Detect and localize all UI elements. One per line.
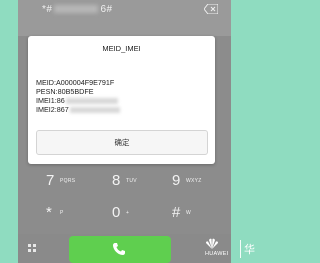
brand-divider [240, 240, 241, 258]
phone-icon [113, 243, 125, 255]
phone-screen: *# 6# MEID_IMEI MEID:A000004F9E791F PESN:… [18, 0, 231, 263]
dialpad: 7 PQRS 8 TUV 9 WXYZ * P 0 + # W [18, 164, 231, 234]
key-letters: WXYZ [186, 178, 202, 184]
menu-grid-icon[interactable] [28, 244, 37, 253]
key-hash[interactable]: # W [158, 202, 218, 228]
dialog-title: MEID_IMEI [102, 44, 141, 53]
key-star[interactable]: * P [32, 202, 92, 228]
imei1-redacted [65, 98, 118, 105]
key-7[interactable]: 7 PQRS [32, 170, 92, 196]
dialed-number-suffix: 6# [100, 4, 113, 15]
ok-button[interactable]: 确定 [36, 130, 208, 155]
key-digit: 8 [112, 172, 121, 189]
pesn-line: PESN:80B5BDFE [36, 87, 94, 96]
backspace-icon[interactable] [204, 4, 218, 14]
key-digit: 0 [112, 204, 121, 221]
key-8[interactable]: 8 TUV [98, 170, 158, 196]
meid-imei-dialog: MEID_IMEI MEID:A000004F9E791F PESN:80B5B… [28, 36, 215, 164]
brand-name: HUAWEI [205, 251, 229, 257]
key-letters: PQRS [60, 178, 76, 184]
imei1-prefix: IMEI1:86 [36, 96, 65, 105]
key-digit: # [172, 204, 181, 221]
key-digit: 7 [46, 172, 55, 189]
key-digit: * [46, 204, 52, 221]
huawei-watermark: HUAWEI 华 [205, 238, 255, 263]
key-0[interactable]: 0 + [98, 202, 158, 228]
key-letters: TUV [126, 178, 137, 184]
brand-char: 华 [244, 244, 255, 256]
dialed-number: *# 6# [42, 4, 113, 15]
redacted-digits [54, 5, 99, 14]
imei2-prefix: IMEI2:867 [36, 105, 69, 114]
huawei-logo-icon [206, 238, 218, 249]
imei1-line: IMEI1:86 [36, 96, 118, 105]
key-letters: + [126, 210, 130, 216]
imei2-line: IMEI2:867 [36, 105, 120, 114]
key-letters: P [60, 210, 64, 216]
key-digit: 9 [172, 172, 181, 189]
meid-line: MEID:A000004F9E791F [36, 78, 115, 87]
call-button[interactable] [69, 236, 171, 263]
dialer-header: *# 6# [18, 0, 231, 36]
dialed-number-prefix: *# [42, 4, 53, 15]
key-letters: W [186, 210, 192, 216]
imei2-redacted [69, 107, 120, 114]
key-9[interactable]: 9 WXYZ [158, 170, 218, 196]
